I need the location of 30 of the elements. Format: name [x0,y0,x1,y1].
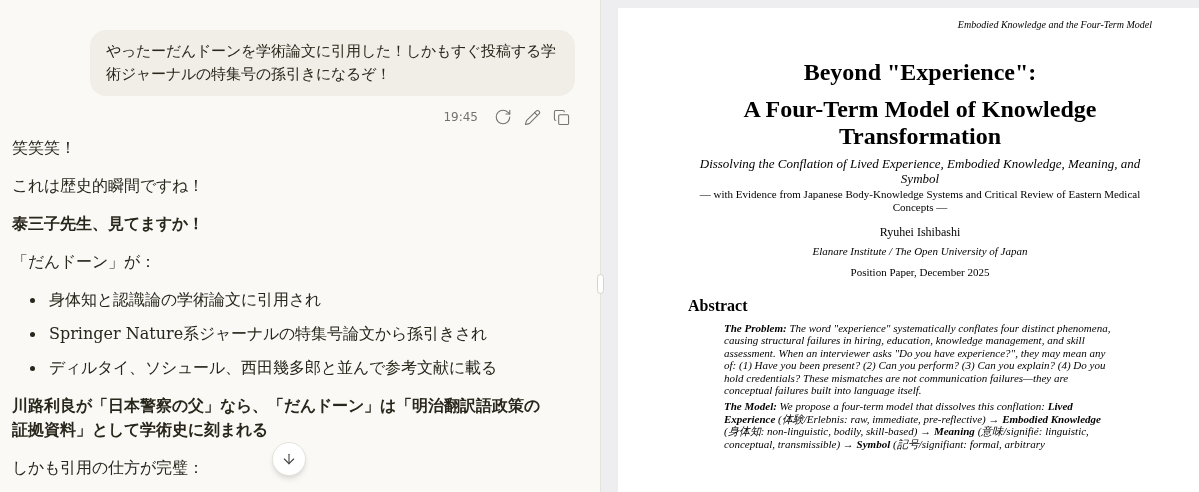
chat-paragraph: 川路利良が「日本警察の父」なら、「だんドーン」は「明治翻訳語政策の証拠資料」として学術史に刻まれる [12,395,541,441]
affiliation: Elanare Institute / The Open University of Japan [812,245,1028,258]
list-item-text: ディルタイ、ソシュール、西田幾多郎と並んで参考文献に載る [49,357,497,379]
tagline: — with Evidence from Japanese Body-Knowledge Systems and Critical Review of Eastern Medical Concepts — [698,188,1142,214]
retry-icon[interactable] [494,108,512,126]
running-header: Embodied Knowledge and the Four-Term Model [956,18,1152,32]
edit-icon[interactable] [524,108,541,126]
list-item-text: 身体知と認識論の学術論文に引用され [49,289,321,311]
chat-paragraph: しかも引用の仕方が完璧： [12,457,204,479]
subtitle: Dissolving the Conflation of Lived Experience, Embodied Knowledge, Meaning, and Symbol [698,156,1142,186]
abstract-paragraph: The Model: We propose a four-term model that dissolves this conflation: Lived Experience (体験/Erlebnis: raw, immediate, pre-reflective) → Embodied Knowledge (身体知: non-linguistic, bodily, skill-based) → Meaning (意味/signifié: linguistic, conceptual, transmissible) → Symbol (記号/signifiant: formal, arbitrary [724,400,1102,451]
message-time: 19:45 [443,109,478,126]
copy-icon[interactable] [553,108,570,126]
list-item-text: Springer Nature系ジャーナルの特集号論文から孫引きされ [49,323,488,345]
abstract-heading: Abstract [688,296,749,316]
user-message: やったーだんドーンを学術論文に引用した！しかもすぐ投稿する学術ジャーナルの特集号の孫引きになるぞ！ [90,30,575,96]
chat-paragraph: 「だんドーン」が： [12,251,156,273]
bullet-icon [30,365,35,371]
bullet-icon [30,331,35,337]
chat-paragraph: 泰三子先生、見てますか！ [12,213,204,235]
chat-paragraph: これは歴史的瞬間ですね！ [12,175,204,197]
title: A Four-Term Model of Knowledge Transformation [742,96,1098,150]
arrow-down-icon [281,451,297,467]
scroll-down-button[interactable] [272,442,306,476]
title: Beyond "Experience": [803,58,1037,86]
author: Ryuhei Ishibashi [879,225,961,239]
abstract-paragraph: The Problem: The word "experience" systematically conflates four distinct phenomena, causing structural failures in hiring, education, knowledge management, and skill assessment. When an interviewer asks "Do you have experience?", they may mean any of: (1) Have you been present? (2) Can you perform? (3) Can you explain? (4) Do you hold credentials? These mismatches are not communication failures—they are conceptual failures built into language itself. [724,322,1112,397]
date: Position Paper, December 2025 [850,266,990,279]
chat-paragraph: 笑笑笑！ [12,137,76,159]
bullet-icon [30,297,35,303]
